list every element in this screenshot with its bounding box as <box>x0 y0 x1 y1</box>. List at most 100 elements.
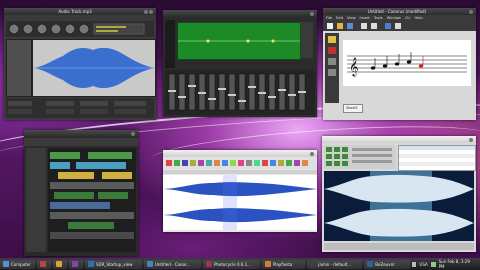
selection-fields-icon <box>8 101 146 114</box>
taskbar-item-label: jamin - default... <box>318 261 352 267</box>
sequencer-window[interactable] <box>24 130 138 256</box>
mixer-window[interactable] <box>163 10 317 117</box>
mixer-scrollbar[interactable] <box>301 22 313 58</box>
clock[interactable]: Sun Feb 8, 3:29 PM <box>439 259 476 269</box>
taskbar-item-jamin[interactable]: jamin - default... <box>307 259 363 269</box>
selection-toolbar[interactable] <box>6 98 154 118</box>
notation-editor-window[interactable]: Untitled - Canorus (modified) File Edit … <box>323 8 476 120</box>
control-grid[interactable] <box>324 145 396 169</box>
window-titlebar[interactable] <box>24 130 138 137</box>
staff-notes-icon: 𝄞 <box>347 52 467 77</box>
taskbar-item-photocycle[interactable]: Photocycle 0.6.1... <box>202 259 260 269</box>
channel-faders-icon[interactable] <box>165 70 315 115</box>
toolbar-icons[interactable] <box>323 21 476 31</box>
close-icon[interactable] <box>149 9 153 14</box>
close-icon[interactable] <box>469 9 473 14</box>
toolbar-icons[interactable] <box>163 157 317 169</box>
sheet-tab[interactable]: Sheet1 <box>343 104 363 113</box>
window-titlebar[interactable] <box>163 10 317 17</box>
audio-editor-window[interactable]: Audio Track.mp3 <box>4 8 156 120</box>
app-icon <box>205 261 212 267</box>
taskbar-launcher[interactable] <box>69 259 83 269</box>
close-icon[interactable] <box>131 131 135 136</box>
close-icon[interactable] <box>310 11 314 16</box>
minimize-icon[interactable] <box>144 9 148 14</box>
taskbar-item-label: Playfiesta <box>272 261 293 267</box>
tool-palette[interactable] <box>325 33 339 103</box>
score-canvas[interactable]: 𝄞 <box>343 40 471 86</box>
sheet-tab-label: Sheet1 <box>346 106 358 110</box>
timeline-markers-icon <box>178 39 300 43</box>
menu-insert[interactable]: Insert <box>360 16 370 20</box>
level-meter-strips <box>165 20 175 68</box>
ruler[interactable] <box>163 170 317 174</box>
waveform-track[interactable] <box>32 39 156 97</box>
app-launcher-icon <box>56 261 63 267</box>
fader-rack[interactable] <box>165 70 315 115</box>
app-icon <box>146 261 153 267</box>
taskbar-item-bezeuvrir[interactable]: BeZeuvrir <box>364 259 410 269</box>
taskbar-item-computer[interactable]: Computer <box>0 259 36 269</box>
list-rows-icon <box>399 146 475 166</box>
close-icon[interactable] <box>310 151 314 156</box>
network-icon[interactable] <box>430 261 436 267</box>
window-titlebar[interactable] <box>322 136 476 143</box>
file-list-panel[interactable] <box>398 145 476 171</box>
menu-edit[interactable]: Edit <box>336 16 343 20</box>
waveform-view[interactable] <box>324 171 474 241</box>
window-titlebar[interactable]: Untitled - Canorus (modified) <box>323 8 476 15</box>
wave-editor-window[interactable] <box>163 150 317 232</box>
keyboard-layout[interactable]: USA <box>419 262 427 267</box>
taskbar-item-label: Untitled - Canor... <box>154 261 191 267</box>
volume-icon[interactable] <box>411 261 417 267</box>
taskbar-item-label: SDR_Startup_view <box>95 261 133 267</box>
window-titlebar[interactable] <box>163 150 317 157</box>
menu-bar <box>4 15 156 20</box>
track-control-panel[interactable] <box>6 39 32 97</box>
status-strip <box>324 243 474 250</box>
menu-view[interactable]: View <box>347 16 356 20</box>
taskbar-item-canorus[interactable]: Untitled - Canor... <box>143 259 201 269</box>
sequencer-toolbar <box>24 138 138 146</box>
app-icon <box>264 261 271 267</box>
app-icon <box>310 261 317 267</box>
control-buttons-icon[interactable] <box>324 145 396 169</box>
window-title: Untitled - Canorus (modified) <box>367 9 427 14</box>
waveform-icon <box>33 47 155 89</box>
track-clips-icon <box>50 152 134 239</box>
waveform-icon <box>163 175 317 230</box>
system-tray: USA Sun Feb 8, 3:29 PM <box>411 259 480 269</box>
menu-file[interactable]: File <box>326 16 332 20</box>
menu-cli[interactable]: CLI <box>405 16 411 20</box>
svg-text:𝄞: 𝄞 <box>349 57 358 77</box>
palette-icons[interactable] <box>325 33 339 103</box>
transport-controls-icon[interactable] <box>6 21 154 37</box>
waveform-icon <box>324 171 474 241</box>
transport-toolbar <box>6 21 154 37</box>
app-launcher-icon <box>40 261 47 267</box>
taskbar: Computer SDR_Startup_view Untitled - Can… <box>0 258 480 270</box>
waveform-view[interactable] <box>163 175 317 230</box>
app-launcher-icon <box>72 261 79 267</box>
taskbar-item-label: BeZeuvrir <box>375 261 395 267</box>
menu-window[interactable]: Window <box>387 16 401 20</box>
taskbar-launcher[interactable] <box>37 259 52 269</box>
wave-toolbar <box>163 157 317 169</box>
track-list[interactable] <box>26 148 46 252</box>
taskbar-item-playfiesta[interactable]: Playfiesta <box>261 259 306 269</box>
app-icon <box>87 261 94 267</box>
taskbar-item-label: Computer <box>11 261 31 267</box>
taskbar-launcher[interactable] <box>53 259 68 269</box>
arrangement-view[interactable] <box>48 148 136 252</box>
main-toolbar <box>323 21 476 31</box>
computer-icon <box>3 261 9 267</box>
menu-tools[interactable]: Tools <box>374 16 383 20</box>
menu-help[interactable]: Help <box>414 16 422 20</box>
taskbar-item-sdr[interactable]: SDR_Startup_view <box>84 259 142 269</box>
window-titlebar[interactable]: Audio Track.mp3 <box>4 8 156 15</box>
app-icon <box>367 261 374 267</box>
close-icon[interactable] <box>469 137 473 142</box>
spectrum-editor-window[interactable] <box>322 136 476 252</box>
taskbar-item-label: Photocycle 0.6.1... <box>213 261 251 267</box>
window-title: Audio Track.mp3 <box>58 9 92 14</box>
